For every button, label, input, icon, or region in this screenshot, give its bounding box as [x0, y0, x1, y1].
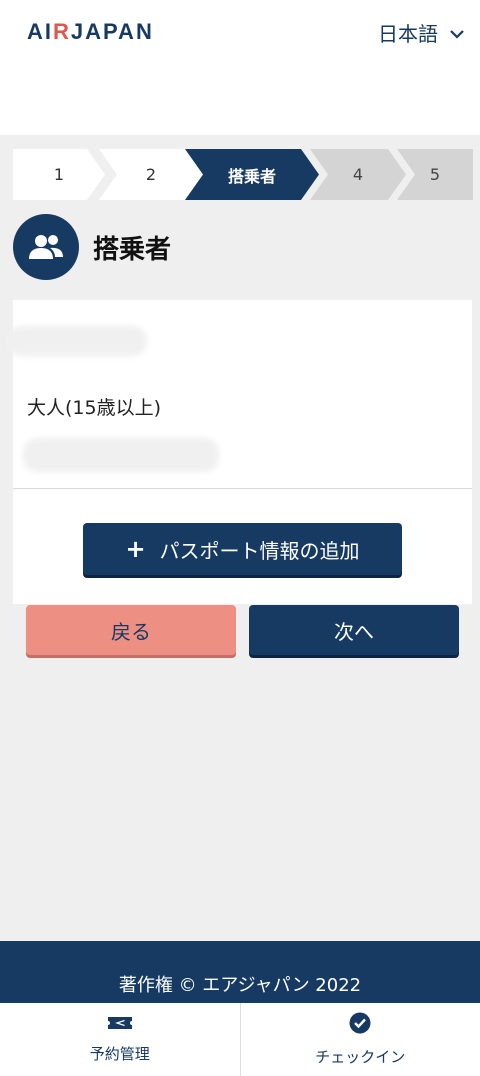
footer: 著作権 © エアジャパン 2022 — [0, 941, 480, 1003]
language-label: 日本語 — [378, 22, 438, 46]
language-selector[interactable]: 日本語 — [378, 18, 464, 47]
passenger-card: 大人(15歳以上) + パスポート情報の追加 — [7, 300, 472, 604]
bottom-nav: 予約管理 チェックイン — [0, 1003, 480, 1076]
add-passport-button[interactable]: + パスポート情報の追加 — [83, 523, 402, 575]
step-5: 5 — [397, 149, 473, 200]
nav-checkin-label: チェックイン — [315, 1048, 406, 1066]
step-2: 2 — [99, 149, 203, 200]
users-icon — [13, 214, 79, 280]
section-header: 搭乗者 — [13, 214, 171, 280]
divider — [13, 488, 472, 489]
app-header: AIRJAPAN 日本語 — [0, 0, 480, 135]
passenger-type: 大人(15歳以上) — [27, 397, 162, 419]
nav-manage-booking-label: 予約管理 — [89, 1045, 150, 1063]
redacted-name — [7, 326, 147, 356]
step-passengers: 搭乗者 — [185, 149, 319, 200]
nav-manage-booking[interactable]: 予約管理 — [0, 1003, 240, 1076]
redacted-detail — [23, 438, 219, 472]
copyright-text: 著作権 © エアジャパン 2022 — [118, 975, 362, 996]
nav-checkin[interactable]: チェックイン — [239, 1003, 480, 1076]
airjapan-logo[interactable]: AIRJAPAN — [27, 19, 154, 45]
step-4: 4 — [310, 149, 406, 200]
plus-icon: + — [125, 535, 146, 563]
check-circle-icon — [349, 1012, 371, 1038]
page-title: 搭乗者 — [93, 234, 172, 265]
step-1: 1 — [13, 149, 105, 200]
add-passport-label: パスポート情報の追加 — [159, 538, 360, 563]
ticket-plane-icon — [107, 1015, 133, 1035]
next-button[interactable]: 次へ — [249, 605, 459, 655]
chevron-down-icon — [450, 24, 464, 43]
progress-steps: 1 2 搭乗者 4 5 — [13, 149, 473, 200]
back-button[interactable]: 戻る — [26, 605, 236, 655]
